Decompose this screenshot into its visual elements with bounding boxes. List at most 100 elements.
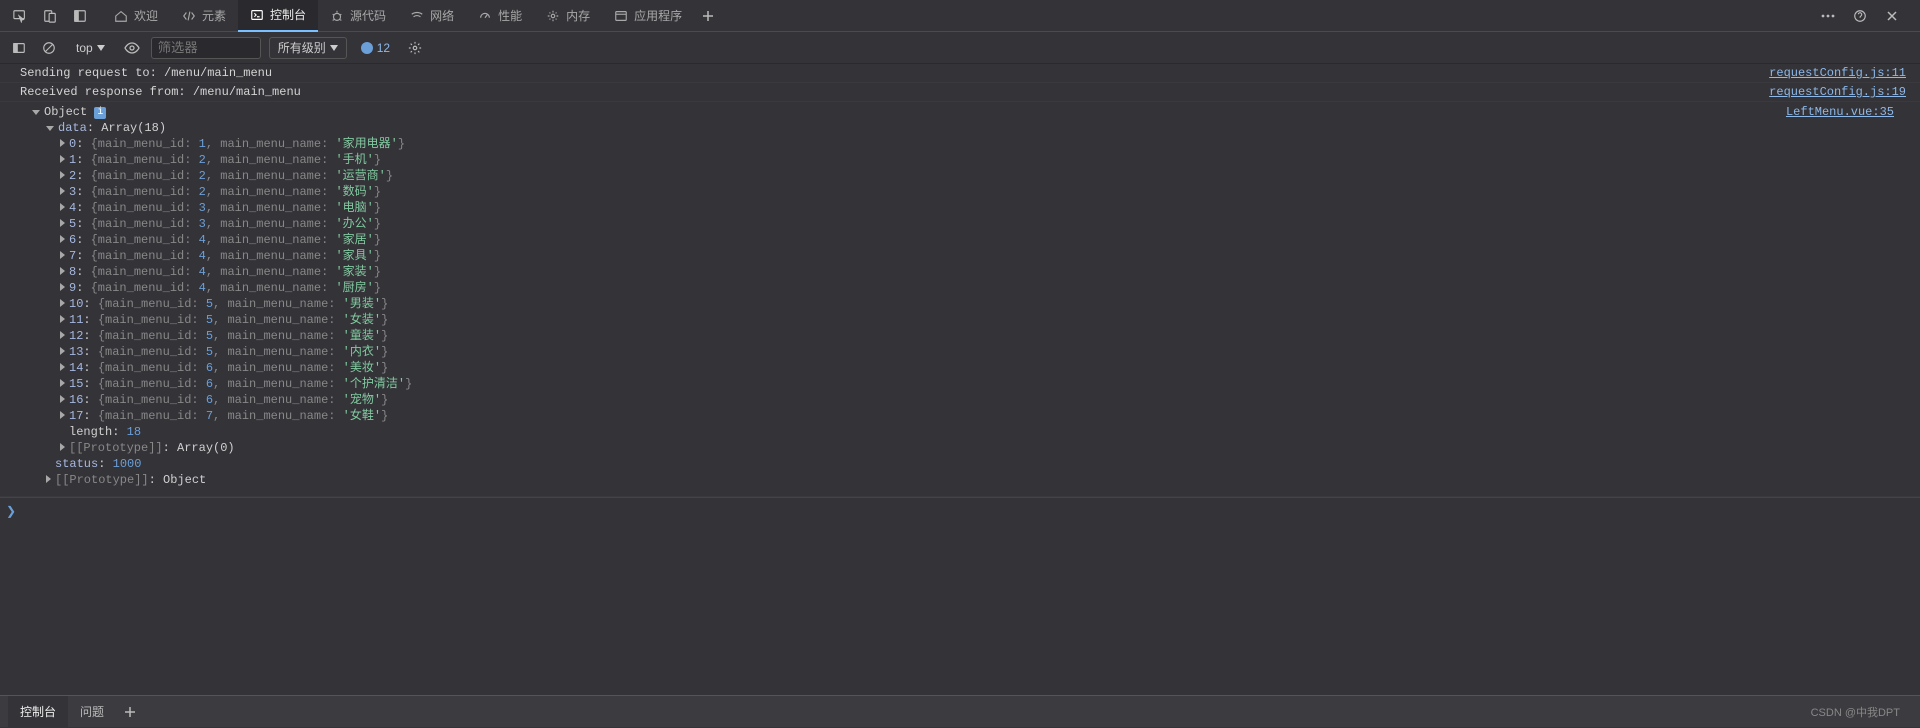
expand-right-icon: [60, 187, 65, 195]
tab-elements[interactable]: 元素: [170, 0, 238, 32]
tree-row[interactable]: [[Prototype]]: Array(0): [20, 440, 1786, 456]
console-log-row: Received response from: /menu/main_menur…: [0, 83, 1920, 102]
expand-right-icon: [60, 267, 65, 275]
tab-sources[interactable]: 源代码: [318, 0, 398, 32]
context-selector[interactable]: top: [68, 37, 113, 59]
eye-icon[interactable]: [121, 37, 143, 59]
dock-icon[interactable]: [66, 2, 94, 30]
message-count-number: 12: [377, 41, 390, 55]
level-label: 所有级别: [278, 39, 326, 56]
home-icon: [114, 9, 128, 23]
tree-row[interactable]: 14: {main_menu_id: 6, main_menu_name: '美…: [20, 360, 1786, 376]
console-output: Sending request to: /menu/main_menureque…: [0, 64, 1920, 695]
expand-right-icon: [60, 395, 65, 403]
tree-row[interactable]: 1: {main_menu_id: 2, main_menu_name: '手机…: [20, 152, 1786, 168]
tab-console-label: 控制台: [270, 6, 306, 23]
tab-welcome[interactable]: 欢迎: [102, 0, 170, 32]
filter-input[interactable]: [151, 37, 261, 59]
tree-row[interactable]: 9: {main_menu_id: 4, main_menu_name: '厨房…: [20, 280, 1786, 296]
console-prompt[interactable]: ❯: [0, 497, 1920, 525]
tree-row[interactable]: 15: {main_menu_id: 6, main_menu_name: '个…: [20, 376, 1786, 392]
drawer-tab-console-label: 控制台: [20, 703, 56, 720]
bug-icon: [330, 9, 344, 23]
tree-row[interactable]: 12: {main_menu_id: 5, main_menu_name: '童…: [20, 328, 1786, 344]
context-label: top: [76, 41, 93, 55]
expand-right-icon: [46, 475, 51, 483]
prompt-caret-icon: ❯: [6, 504, 16, 520]
drawer-tab-issues[interactable]: 问题: [68, 696, 116, 728]
close-icon[interactable]: [1878, 2, 1906, 30]
level-dropdown[interactable]: 所有级别: [269, 37, 347, 59]
tab-network[interactable]: 网络: [398, 0, 466, 32]
tree-row[interactable]: 16: {main_menu_id: 6, main_menu_name: '宠…: [20, 392, 1786, 408]
console-filter-bar: top 所有级别 12: [0, 32, 1920, 64]
tree-row[interactable]: length: 18: [20, 424, 1786, 440]
log-source-link[interactable]: requestConfig.js:11: [1769, 65, 1912, 81]
expand-right-icon: [60, 443, 65, 451]
tree-row[interactable]: 3: {main_menu_id: 2, main_menu_name: '数码…: [20, 184, 1786, 200]
settings-icon[interactable]: [404, 37, 426, 59]
tab-performance[interactable]: 性能: [466, 0, 534, 32]
expand-down-icon: [46, 126, 54, 131]
tree-row[interactable]: 2: {main_menu_id: 2, main_menu_name: '运营…: [20, 168, 1786, 184]
tab-network-label: 网络: [430, 7, 454, 24]
console-object-block: Object idata: Array(18)0: {main_menu_id:…: [0, 102, 1920, 497]
drawer-tab-console[interactable]: 控制台: [8, 696, 68, 728]
expand-right-icon: [60, 219, 65, 227]
console-icon: [250, 8, 264, 22]
help-icon[interactable]: [1846, 2, 1874, 30]
tree-row[interactable]: 11: {main_menu_id: 5, main_menu_name: '女…: [20, 312, 1786, 328]
inspect-icon[interactable]: [6, 2, 34, 30]
tab-welcome-label: 欢迎: [134, 7, 158, 24]
expand-right-icon: [60, 379, 65, 387]
expand-right-icon: [60, 139, 65, 147]
drawer-tabs: 控制台 问题 CSDN @中我DPT: [0, 695, 1920, 727]
clear-console-icon[interactable]: [38, 37, 60, 59]
log-source-link[interactable]: requestConfig.js:19: [1769, 84, 1912, 100]
expand-right-icon: [60, 363, 65, 371]
top-right-controls: [1814, 2, 1914, 30]
gear-icon: [546, 9, 560, 23]
tree-row[interactable]: 7: {main_menu_id: 4, main_menu_name: '家具…: [20, 248, 1786, 264]
tree-row[interactable]: 0: {main_menu_id: 1, main_menu_name: '家用…: [20, 136, 1786, 152]
tree-row[interactable]: Object i: [20, 104, 1786, 120]
expand-right-icon: [60, 235, 65, 243]
tab-console[interactable]: 控制台: [238, 0, 318, 32]
tree-row[interactable]: 17: {main_menu_id: 7, main_menu_name: '女…: [20, 408, 1786, 424]
tab-performance-label: 性能: [498, 7, 522, 24]
more-icon[interactable]: [1814, 2, 1842, 30]
add-tab-button[interactable]: [694, 2, 722, 30]
tree-row[interactable]: 10: {main_menu_id: 5, main_menu_name: '男…: [20, 296, 1786, 312]
sidebar-toggle-icon[interactable]: [8, 37, 30, 59]
console-log-row: Sending request to: /menu/main_menureque…: [0, 64, 1920, 83]
expand-right-icon: [60, 155, 65, 163]
device-icon[interactable]: [36, 2, 64, 30]
tree-row[interactable]: 5: {main_menu_id: 3, main_menu_name: '办公…: [20, 216, 1786, 232]
message-count[interactable]: 12: [355, 41, 396, 55]
drawer-tab-issues-label: 问题: [80, 703, 104, 720]
drawer-add-button[interactable]: [116, 698, 144, 726]
log-source-link[interactable]: LeftMenu.vue:35: [1786, 104, 1900, 488]
tree-row[interactable]: 6: {main_menu_id: 4, main_menu_name: '家居…: [20, 232, 1786, 248]
tree-row[interactable]: [[Prototype]]: Object: [20, 472, 1786, 488]
tab-elements-label: 元素: [202, 7, 226, 24]
expand-right-icon: [60, 251, 65, 259]
log-message: Sending request to: /menu/main_menu: [20, 65, 1769, 81]
info-badge-icon: i: [94, 107, 106, 119]
tab-sources-label: 源代码: [350, 7, 386, 24]
tree-row[interactable]: 4: {main_menu_id: 3, main_menu_name: '电脑…: [20, 200, 1786, 216]
log-message: Received response from: /menu/main_menu: [20, 84, 1769, 100]
tree-row[interactable]: data: Array(18): [20, 120, 1786, 136]
tab-memory[interactable]: 内存: [534, 0, 602, 32]
top-left-controls: [6, 2, 94, 30]
expand-right-icon: [60, 171, 65, 179]
tab-application[interactable]: 应用程序: [602, 0, 694, 32]
expand-right-icon: [60, 347, 65, 355]
tab-memory-label: 内存: [566, 7, 590, 24]
expand-down-icon: [32, 110, 40, 115]
tree-row[interactable]: status: 1000: [20, 456, 1786, 472]
expand-right-icon: [60, 411, 65, 419]
tree-row[interactable]: 13: {main_menu_id: 5, main_menu_name: '内…: [20, 344, 1786, 360]
code-icon: [182, 9, 196, 23]
tree-row[interactable]: 8: {main_menu_id: 4, main_menu_name: '家装…: [20, 264, 1786, 280]
